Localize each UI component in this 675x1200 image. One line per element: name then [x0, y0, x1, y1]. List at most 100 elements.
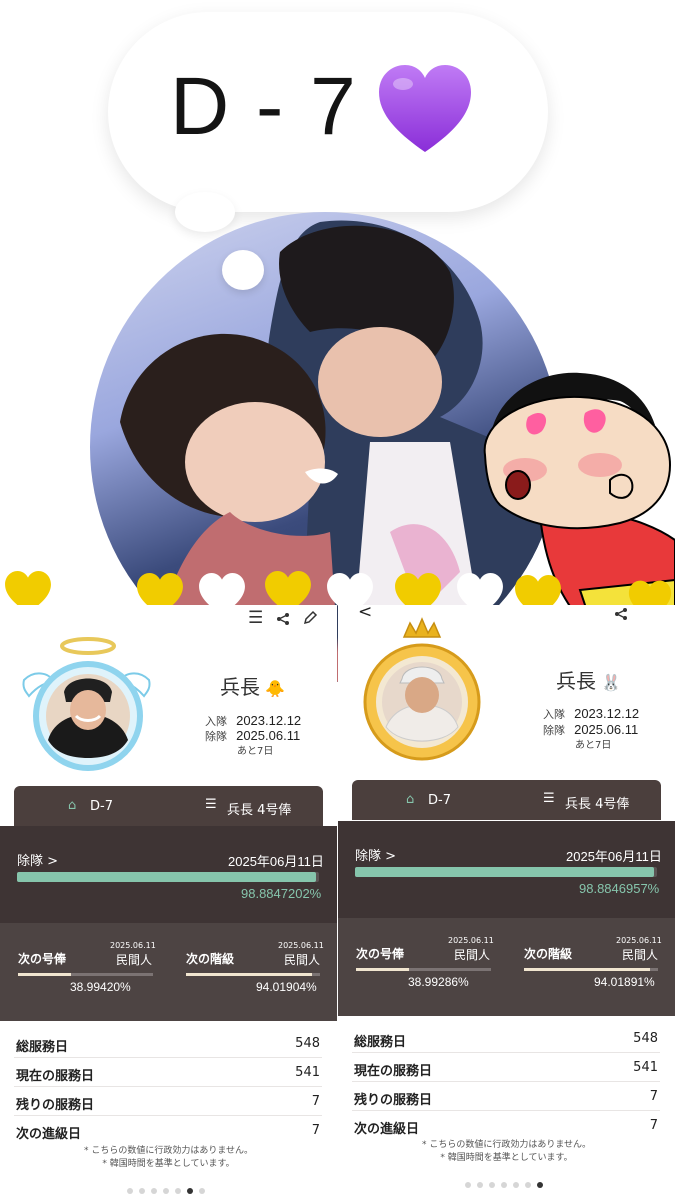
stat-label: 現在の服務日: [354, 1064, 433, 1079]
next-rank-bar: [524, 968, 658, 971]
rabbit-icon: 🐰: [601, 673, 622, 692]
halo-icon: [60, 637, 116, 655]
next-progress-section: 次の号俸 2025.06.11 民間人 38.99286% 次の階級 2025.…: [338, 918, 675, 1016]
next-rank-fill: [524, 968, 650, 971]
next-rank-fill: [186, 973, 312, 976]
tab-bar: ⌂ D-7 ☰ 兵長 4号俸: [14, 786, 323, 826]
discharge-progress-bar: [17, 872, 319, 882]
disclaimer-2: * 韓国時間を基準としています。: [102, 1159, 235, 1169]
discharge-full-date: 2025年06月11日: [228, 854, 324, 869]
stat-row-total: 総服務日 548: [14, 1029, 322, 1058]
next-rank-percent: 94.01891%: [594, 975, 655, 989]
stat-row-remaining: 残りの服務日 7: [14, 1087, 322, 1116]
next-pay-status: 民間人: [116, 953, 153, 967]
next-pay-fill: [18, 973, 71, 976]
tab-dday[interactable]: D-7: [90, 799, 113, 814]
discharge-progress-section: 除隊 > 2025年06月11日 98.8846957%: [338, 821, 675, 918]
home-icon: ⌂: [406, 792, 415, 807]
next-rank-date: 2025.06.11: [616, 936, 662, 945]
page-dot[interactable]: [175, 1188, 181, 1194]
stat-row-promotion: 次の進級日 7: [352, 1111, 660, 1139]
list-icon: ☰: [543, 791, 555, 806]
stat-label: 次の進級日: [354, 1122, 420, 1137]
tab-pay[interactable]: 兵長 4号俸: [565, 793, 629, 812]
page-dot-active[interactable]: [537, 1182, 543, 1188]
page-dot[interactable]: [139, 1188, 145, 1194]
next-rank-label: 次の階級: [186, 952, 235, 966]
share-icon[interactable]: [276, 612, 290, 626]
stat-value: 548: [633, 1031, 658, 1046]
discharge-label: 除隊: [543, 724, 565, 737]
next-progress-section: 次の号俸 2025.06.11 民間人 38.99420% 次の階級 2025.…: [0, 923, 337, 1021]
stats-list: 総服務日 548 現在の服務日 541 残りの服務日 7 次の進級日 7: [352, 1024, 660, 1139]
stat-label: 次の進級日: [16, 1127, 82, 1142]
discharge-link[interactable]: 除隊 >: [17, 850, 58, 869]
page-dot[interactable]: [163, 1188, 169, 1194]
stat-label: 総服務日: [354, 1035, 407, 1050]
purple-heart-icon: [379, 65, 471, 152]
next-pay-fill: [356, 968, 409, 971]
dday-text: D - 7: [170, 61, 358, 152]
stat-value: 7: [311, 1123, 320, 1138]
crown-icon: [402, 617, 442, 638]
next-rank-bar: [186, 973, 320, 976]
chick-icon: 🐥: [265, 679, 286, 698]
rank-label: 兵長: [220, 675, 260, 699]
page-dot[interactable]: [501, 1182, 507, 1188]
next-rank-status: 民間人: [622, 948, 659, 962]
remaining-days: あと7日: [237, 746, 274, 757]
page-dot[interactable]: [465, 1182, 471, 1188]
edit-icon[interactable]: [303, 610, 318, 625]
page-dot[interactable]: [489, 1182, 495, 1188]
stat-label: 残りの服務日: [16, 1098, 95, 1113]
list-icon: ☰: [205, 797, 217, 812]
disclaimer-2: * 韓国時間を基準としています。: [440, 1153, 573, 1163]
stat-label: 残りの服務日: [354, 1093, 433, 1108]
tab-bar: ⌂ D-7 ☰ 兵長 4号俸: [352, 780, 661, 820]
menu-icon[interactable]: ☰: [248, 608, 263, 628]
page-dot[interactable]: [513, 1182, 519, 1188]
home-icon: ⌂: [68, 798, 77, 813]
bubble-tail-small: [222, 250, 264, 290]
discharge-percent: 98.8847202%: [241, 886, 322, 901]
discharge-link[interactable]: 除隊 >: [355, 845, 396, 864]
disclaimer-1: * こちらの数値に行政効力はありません。: [83, 1146, 254, 1156]
avatar-frame-angel: [22, 637, 151, 771]
next-pay-status: 民間人: [454, 948, 491, 962]
page-dot[interactable]: [525, 1182, 531, 1188]
page-dot[interactable]: [127, 1188, 133, 1194]
next-rank-date: 2025.06.11: [278, 941, 324, 950]
next-rank-percent: 94.01904%: [256, 980, 317, 994]
stat-row-promotion: 次の進級日 7: [14, 1116, 322, 1144]
discharge-progress-bar: [355, 867, 657, 877]
page-dot[interactable]: [477, 1182, 483, 1188]
tab-dday[interactable]: D-7: [428, 793, 451, 808]
tab-pay[interactable]: 兵長 4号俸: [227, 799, 291, 818]
stat-value: 548: [295, 1036, 320, 1051]
stat-row-current: 現在の服務日 541: [14, 1058, 322, 1087]
discharge-full-date: 2025年06月11日: [566, 849, 662, 864]
stats-list: 総服務日 548 現在の服務日 541 残りの服務日 7 次の進級日 7: [14, 1029, 322, 1144]
next-pay-label: 次の号俸: [18, 952, 67, 966]
stat-row-current: 現在の服務日 541: [352, 1053, 660, 1082]
stat-row-total: 総服務日 548: [352, 1024, 660, 1053]
share-icon[interactable]: [614, 607, 628, 621]
right-profile-panel: < 兵長 🐰 入隊 2023.12.12 除隊 2025.06.11 あと7日 …: [338, 602, 675, 1200]
stat-value: 7: [311, 1094, 320, 1109]
next-rank-label: 次の階級: [524, 947, 573, 961]
next-pay-date: 2025.06.11: [448, 936, 494, 945]
bubble-tail: [175, 192, 235, 232]
next-pay-percent: 38.99420%: [70, 980, 131, 994]
rank-row: 兵長 🐥: [220, 671, 285, 700]
next-pay-percent: 38.99286%: [408, 975, 469, 989]
discharge-progress-section: 除隊 > 2025年06月11日 98.8847202%: [0, 826, 337, 923]
page-dot[interactable]: [199, 1188, 205, 1194]
discharge-date: 2025.06.11: [574, 722, 639, 737]
discharge-percent: 98.8846957%: [579, 881, 660, 896]
page-dot[interactable]: [151, 1188, 157, 1194]
discharge-date: 2025.06.11: [236, 728, 301, 743]
page-dot-active[interactable]: [187, 1188, 193, 1194]
rank-row: 兵長 🐰: [556, 665, 621, 694]
stat-label: 総服務日: [16, 1040, 69, 1055]
page-dots: [124, 1179, 208, 1198]
